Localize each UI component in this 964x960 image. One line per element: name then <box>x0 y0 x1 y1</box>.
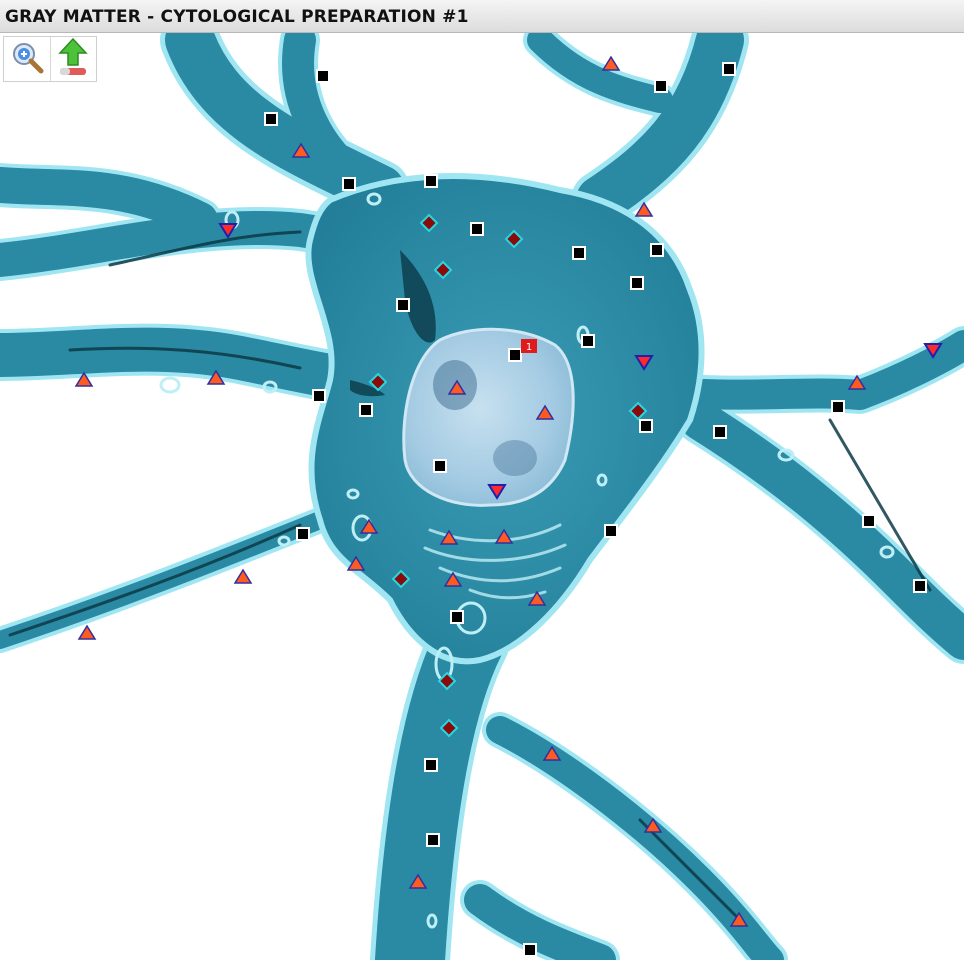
square-marker[interactable] <box>316 69 330 83</box>
neuron-image[interactable]: 1 <box>0 33 964 960</box>
export-button[interactable] <box>49 37 97 81</box>
square-marker[interactable] <box>508 348 522 362</box>
square-marker[interactable] <box>572 246 586 260</box>
square-marker[interactable] <box>396 298 410 312</box>
badge-layer: 1 <box>521 339 537 353</box>
zoom-in-button[interactable] <box>4 37 50 81</box>
square-marker[interactable] <box>359 403 373 417</box>
triangle-marker[interactable] <box>77 624 97 640</box>
window-title: GRAY MATTER - CYTOLOGICAL PREPARATION #1 <box>5 7 469 27</box>
square-marker[interactable] <box>654 79 668 93</box>
zoom-in-icon <box>10 40 44 78</box>
square-marker[interactable] <box>523 943 537 957</box>
triangle-marker[interactable] <box>601 55 621 71</box>
square-marker[interactable] <box>424 758 438 772</box>
square-marker[interactable] <box>581 334 595 348</box>
square-marker[interactable] <box>650 243 664 257</box>
square-marker[interactable] <box>433 459 447 473</box>
square-marker[interactable] <box>312 389 326 403</box>
square-marker[interactable] <box>630 276 644 290</box>
square-marker[interactable] <box>639 419 653 433</box>
square-marker[interactable] <box>342 177 356 191</box>
square-marker[interactable] <box>604 524 618 538</box>
square-marker[interactable] <box>722 62 736 76</box>
square-marker[interactable] <box>426 833 440 847</box>
square-marker[interactable] <box>424 174 438 188</box>
square-marker[interactable] <box>831 400 845 414</box>
image-viewer[interactable]: 1 <box>0 33 964 960</box>
square-marker[interactable] <box>296 527 310 541</box>
square-marker[interactable] <box>713 425 727 439</box>
square-marker[interactable] <box>264 112 278 126</box>
upload-icon <box>56 37 90 81</box>
square-marker[interactable] <box>450 610 464 624</box>
triangle-marker[interactable] <box>233 568 253 584</box>
square-marker[interactable] <box>913 579 927 593</box>
chromatin-region <box>493 440 537 476</box>
square-marker[interactable] <box>862 514 876 528</box>
square-marker[interactable] <box>470 222 484 236</box>
title-bar: GRAY MATTER - CYTOLOGICAL PREPARATION #1 <box>0 0 964 33</box>
nucleus-count-label: 1 <box>526 342 532 353</box>
image-toolbar <box>3 36 97 82</box>
